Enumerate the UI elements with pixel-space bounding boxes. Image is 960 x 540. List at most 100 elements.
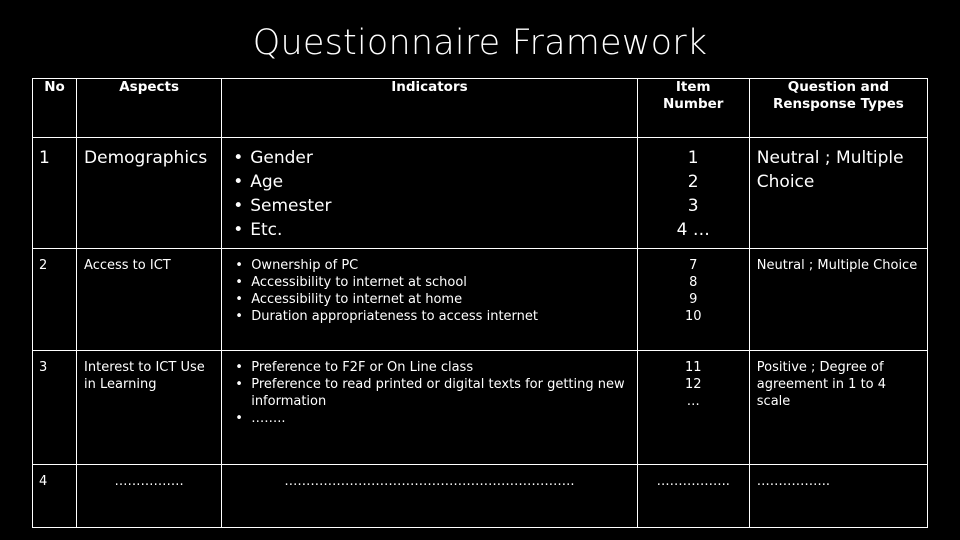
list-item-label: Gender	[250, 148, 313, 168]
item-number: 1	[687, 148, 699, 168]
bullet-icon: •	[233, 196, 244, 216]
cell-question-type: ……………..	[748, 464, 929, 528]
list-item-label: Semester	[250, 196, 332, 216]
item-number-stack: 1 2 3 4 …	[638, 146, 749, 242]
list-item-label: Preference to read printed or digital te…	[251, 377, 625, 409]
item-number-stack: 7 8 9 10	[638, 257, 749, 325]
list-item: • Duration appropriateness to access inte…	[229, 308, 630, 325]
item-number-stack: ……………..	[656, 474, 730, 489]
aspect-label: Interest to ICT Use in Learning	[84, 360, 205, 392]
list-item: • Ownership of PC	[229, 257, 630, 274]
aspect-label: Demographics	[84, 148, 208, 168]
column-header-question-types: Question and Rensponse Types	[748, 78, 929, 138]
list-item-label: Accessibility to internet at school	[251, 275, 467, 290]
column-header-question-types-line2: Rensponse Types	[772, 96, 904, 112]
list-item-label: Preference to F2F or On Line class	[251, 360, 474, 375]
aspect-label: Access to ICT	[84, 258, 171, 273]
item-number: 11	[684, 360, 702, 375]
indicator-list-wrapper: • Ownership of PC • Accessibility to inter…	[222, 249, 636, 331]
list-item-label: Ownership of PC	[251, 258, 359, 273]
slide-canvas: Questionnaire Framework No Aspects Indic…	[0, 0, 960, 540]
bullet-icon: •	[233, 148, 244, 168]
cell-indicators: • Ownership of PC • Accessibility to inter…	[221, 248, 638, 351]
column-header-aspects: Aspects	[76, 78, 223, 138]
table-row: 2 Access to ICT • Ownership of PC • Access…	[31, 248, 929, 351]
item-number: 4 …	[676, 220, 710, 240]
cell-no: 3	[31, 350, 78, 465]
item-number: …	[686, 394, 700, 409]
question-type-label: Positive ; Degree of agreement in 1 to 4…	[756, 360, 887, 409]
item-number-stack: 11 12 …	[638, 359, 749, 410]
cell-aspect: Access to ICT	[76, 248, 223, 351]
aspect-label: …………….	[114, 474, 184, 489]
list-item-label: Duration appropriateness to access inter…	[251, 309, 538, 324]
table-row: 1 Demographics • Gender • Age • Semester • E…	[31, 137, 929, 249]
item-number: 12	[684, 377, 702, 392]
item-number: 3	[687, 196, 699, 216]
list-item: • Etc.	[229, 218, 630, 242]
column-header-no: No	[31, 78, 78, 138]
indicator-list: • Ownership of PC • Accessibility to inter…	[229, 257, 630, 325]
row-number: 3	[39, 360, 48, 375]
bullet-icon: •	[235, 360, 243, 375]
column-header-question-types-line1: Question and	[787, 79, 890, 95]
row-number: 2	[39, 258, 48, 273]
cell-item-numbers: 1 2 3 4 …	[636, 137, 750, 249]
indicator-list-wrapper: • Preference to F2F or On Line class • Pre…	[222, 351, 636, 433]
item-number-stack-wrapper: 7 8 9 10	[638, 249, 749, 331]
column-header-indicators: Indicators	[221, 78, 638, 138]
cell-item-numbers: 11 12 …	[636, 350, 750, 465]
question-type-label: ……………..	[756, 474, 831, 489]
cell-question-type: Neutral ; Multiple Choice	[748, 248, 929, 351]
list-item-label: Accessibility to internet at home	[251, 292, 463, 307]
column-header-item-number: Item Number	[636, 78, 750, 138]
table-body: 1 Demographics • Gender • Age • Semester • E…	[31, 137, 929, 528]
cell-aspect: Demographics	[76, 137, 223, 249]
list-item-label: Etc.	[250, 220, 283, 240]
table-header: No Aspects Indicators Item Number Questi…	[31, 78, 929, 138]
cell-aspect: Interest to ICT Use in Learning	[76, 350, 223, 465]
item-number: 9	[689, 292, 698, 307]
item-number-stack-wrapper: 1 2 3 4 …	[638, 138, 749, 248]
indicator-list: • Preference to F2F or On Line class • Pre…	[229, 359, 630, 427]
cell-no: 4	[31, 464, 78, 528]
cell-aspect: …………….	[76, 464, 223, 528]
cell-indicators: • Gender • Age • Semester • Etc.	[221, 137, 638, 249]
cell-question-type: Neutral ; Multiple Choice	[748, 137, 929, 249]
bullet-icon: •	[235, 377, 243, 392]
bullet-icon: •	[233, 220, 244, 240]
list-item-label: ……..	[251, 411, 286, 426]
item-number: 2	[687, 172, 699, 192]
column-header-item-number-line2: Number	[662, 96, 724, 112]
list-item: • Semester	[229, 194, 630, 218]
questionnaire-framework-table: No Aspects Indicators Item Number Questi…	[31, 78, 929, 528]
list-item: • Accessibility to internet at home	[229, 291, 630, 308]
list-item: • ……..	[229, 410, 630, 427]
cell-indicators: • Preference to F2F or On Line class • Pre…	[221, 350, 638, 465]
bullet-icon: •	[235, 309, 243, 324]
indicator-list-wrapper: • Gender • Age • Semester • Etc.	[222, 138, 636, 248]
column-header-item-number-line1: Item	[675, 79, 711, 95]
cell-no: 2	[31, 248, 78, 351]
cell-indicators: ………………………………………………………….	[221, 464, 638, 528]
item-number-stack-wrapper: 11 12 …	[638, 351, 749, 416]
bullet-icon: •	[233, 172, 244, 192]
cell-question-type: Positive ; Degree of agreement in 1 to 4…	[748, 350, 929, 465]
bullet-icon: •	[235, 275, 243, 290]
item-number: 10	[684, 309, 702, 324]
bullet-icon: •	[235, 411, 243, 426]
page-title: Questionnaire Framework	[252, 23, 708, 63]
bullet-icon: •	[235, 258, 243, 273]
table-row: 4 ……………. …………………………………………………………. ……………..…	[31, 464, 929, 528]
item-number: 7	[689, 258, 698, 273]
list-item: • Preference to F2F or On Line class	[229, 359, 630, 376]
question-type-label: Neutral ; Multiple Choice	[756, 258, 918, 273]
question-type-label: Neutral ; Multiple Choice	[756, 148, 904, 192]
item-number: 8	[689, 275, 698, 290]
list-item: • Accessibility to internet at school	[229, 274, 630, 291]
cell-no: 1	[31, 137, 78, 249]
list-item: • Preference to read printed or digital t…	[229, 376, 630, 410]
list-item: • Age	[229, 170, 630, 194]
row-number: 1	[39, 148, 50, 168]
table-row: 3 Interest to ICT Use in Learning • Prefe…	[31, 350, 929, 465]
